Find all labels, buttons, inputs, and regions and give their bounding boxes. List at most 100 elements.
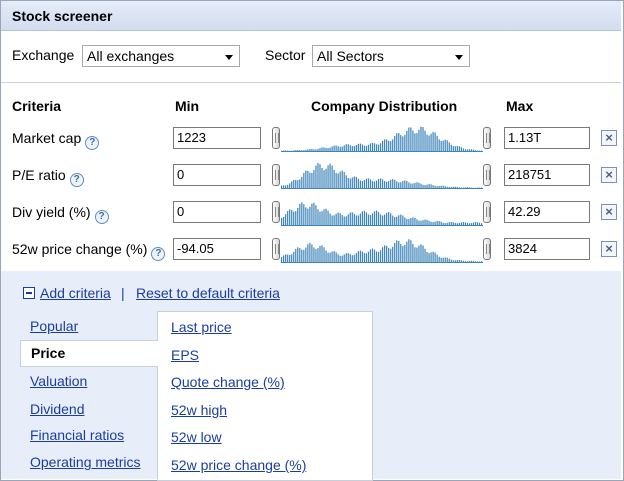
help-icon[interactable]: ? — [151, 247, 166, 261]
histogram-bar — [390, 179, 392, 189]
remove-criteria-icon[interactable]: × — [601, 204, 617, 220]
min-input[interactable]: 0 — [173, 164, 261, 186]
histogram-bar — [321, 167, 323, 189]
histogram-bar — [297, 150, 299, 152]
max-slider-handle[interactable] — [483, 238, 491, 260]
max-input[interactable]: 3824 — [504, 238, 590, 260]
histogram-bar — [339, 213, 341, 226]
histogram-bar — [468, 223, 471, 226]
histogram-bar — [480, 187, 483, 189]
histogram-bar — [303, 249, 305, 263]
category-popular[interactable]: Popular — [30, 318, 78, 334]
category-dividend[interactable]: Dividend — [30, 401, 84, 417]
histogram-bar — [313, 149, 315, 152]
histogram-bar — [361, 211, 364, 226]
histogram-bar — [345, 216, 347, 226]
category-financial-ratios[interactable]: Financial ratios — [30, 427, 124, 443]
distribution-histogram — [281, 163, 483, 189]
histogram-bar — [402, 246, 404, 263]
min-input[interactable]: 1223 — [173, 127, 261, 149]
filters-divider — [1, 82, 621, 83]
histogram-bar — [446, 186, 448, 189]
max-header: Max — [506, 98, 534, 114]
histogram-bar — [355, 253, 357, 263]
option-quote-change[interactable]: Quote change (%) — [171, 374, 285, 390]
option-52w-high[interactable]: 52w high — [171, 402, 227, 418]
histogram-bar — [480, 150, 483, 152]
histogram-bar — [283, 255, 285, 263]
category-valuation[interactable]: Valuation — [30, 373, 87, 389]
actions-separator: | — [121, 285, 125, 301]
histogram-bar — [351, 255, 353, 263]
histogram-bar — [367, 178, 370, 189]
histogram-bar — [379, 178, 382, 189]
histogram-bar — [289, 183, 291, 189]
max-slider-handle[interactable] — [483, 127, 491, 149]
histogram-bar — [293, 150, 295, 152]
min-slider-handle[interactable] — [272, 238, 280, 260]
histogram-bar — [317, 148, 319, 152]
histogram-bar — [361, 181, 364, 189]
histogram-bar — [283, 216, 285, 226]
histogram-bar — [321, 245, 323, 263]
max-input[interactable]: 1.13T — [504, 127, 590, 149]
option-52w-price-change[interactable]: 52w price change (%) — [171, 457, 306, 473]
histogram-bar — [446, 222, 448, 226]
help-icon[interactable]: ? — [69, 173, 84, 187]
option-52w-low[interactable]: 52w low — [171, 429, 222, 445]
histogram-bar — [420, 126, 422, 152]
histogram-bar — [377, 251, 380, 263]
histogram-bar — [355, 145, 357, 152]
histogram-bar — [337, 173, 339, 189]
histogram-bar — [293, 251, 295, 263]
histogram-bar — [363, 253, 366, 263]
histogram-bar — [323, 170, 325, 189]
histogram-bar — [398, 182, 400, 189]
histogram-bar — [337, 254, 339, 263]
min-slider-handle[interactable] — [272, 201, 280, 223]
histogram-bar — [464, 187, 467, 189]
category-operating-metrics[interactable]: Operating metrics — [30, 454, 140, 470]
histogram-bar — [464, 261, 467, 263]
help-icon[interactable]: ? — [85, 136, 100, 150]
remove-criteria-icon[interactable]: × — [601, 130, 617, 146]
remove-criteria-icon[interactable]: × — [601, 167, 617, 183]
histogram-bar — [343, 216, 345, 226]
histogram-bar — [456, 186, 458, 189]
histogram-bar — [440, 221, 442, 226]
add-criteria-link[interactable]: Add criteria — [40, 285, 111, 301]
histogram-bar — [361, 251, 364, 263]
category-price-selected[interactable]: Price — [31, 345, 65, 361]
histogram-bar — [382, 215, 384, 226]
option-last-price[interactable]: Last price — [171, 319, 232, 335]
max-slider-handle[interactable] — [483, 201, 491, 223]
histogram-bar — [386, 212, 388, 226]
min-input[interactable]: 0 — [173, 201, 261, 223]
histogram-bar — [345, 253, 347, 263]
histogram-bar — [444, 223, 446, 226]
histogram-bar — [341, 170, 343, 189]
max-input[interactable]: 218751 — [504, 164, 590, 186]
histogram-bar — [480, 261, 483, 263]
max-input[interactable]: 42.29 — [504, 201, 590, 223]
histogram-bar — [369, 143, 372, 152]
min-input[interactable]: -94.05 — [173, 238, 261, 260]
sector-select[interactable]: All Sectors — [312, 45, 470, 67]
max-slider-handle[interactable] — [483, 164, 491, 186]
exchange-select[interactable]: All exchanges — [82, 45, 240, 67]
option-eps[interactable]: EPS — [171, 347, 199, 363]
histogram-bar — [335, 252, 337, 263]
histogram-bar — [434, 185, 436, 189]
histogram-bar — [456, 223, 458, 226]
min-slider-handle[interactable] — [272, 164, 280, 186]
help-icon[interactable]: ? — [94, 210, 109, 224]
histogram-bar — [462, 187, 465, 189]
histogram-bar — [456, 145, 458, 152]
remove-criteria-icon[interactable]: × — [601, 241, 617, 257]
histogram-bar — [448, 187, 450, 189]
histogram-bar — [436, 186, 438, 189]
min-slider-handle[interactable] — [272, 127, 280, 149]
histogram-bar — [369, 179, 372, 189]
reset-criteria-link[interactable]: Reset to default criteria — [136, 285, 280, 301]
collapse-icon[interactable] — [23, 287, 35, 299]
